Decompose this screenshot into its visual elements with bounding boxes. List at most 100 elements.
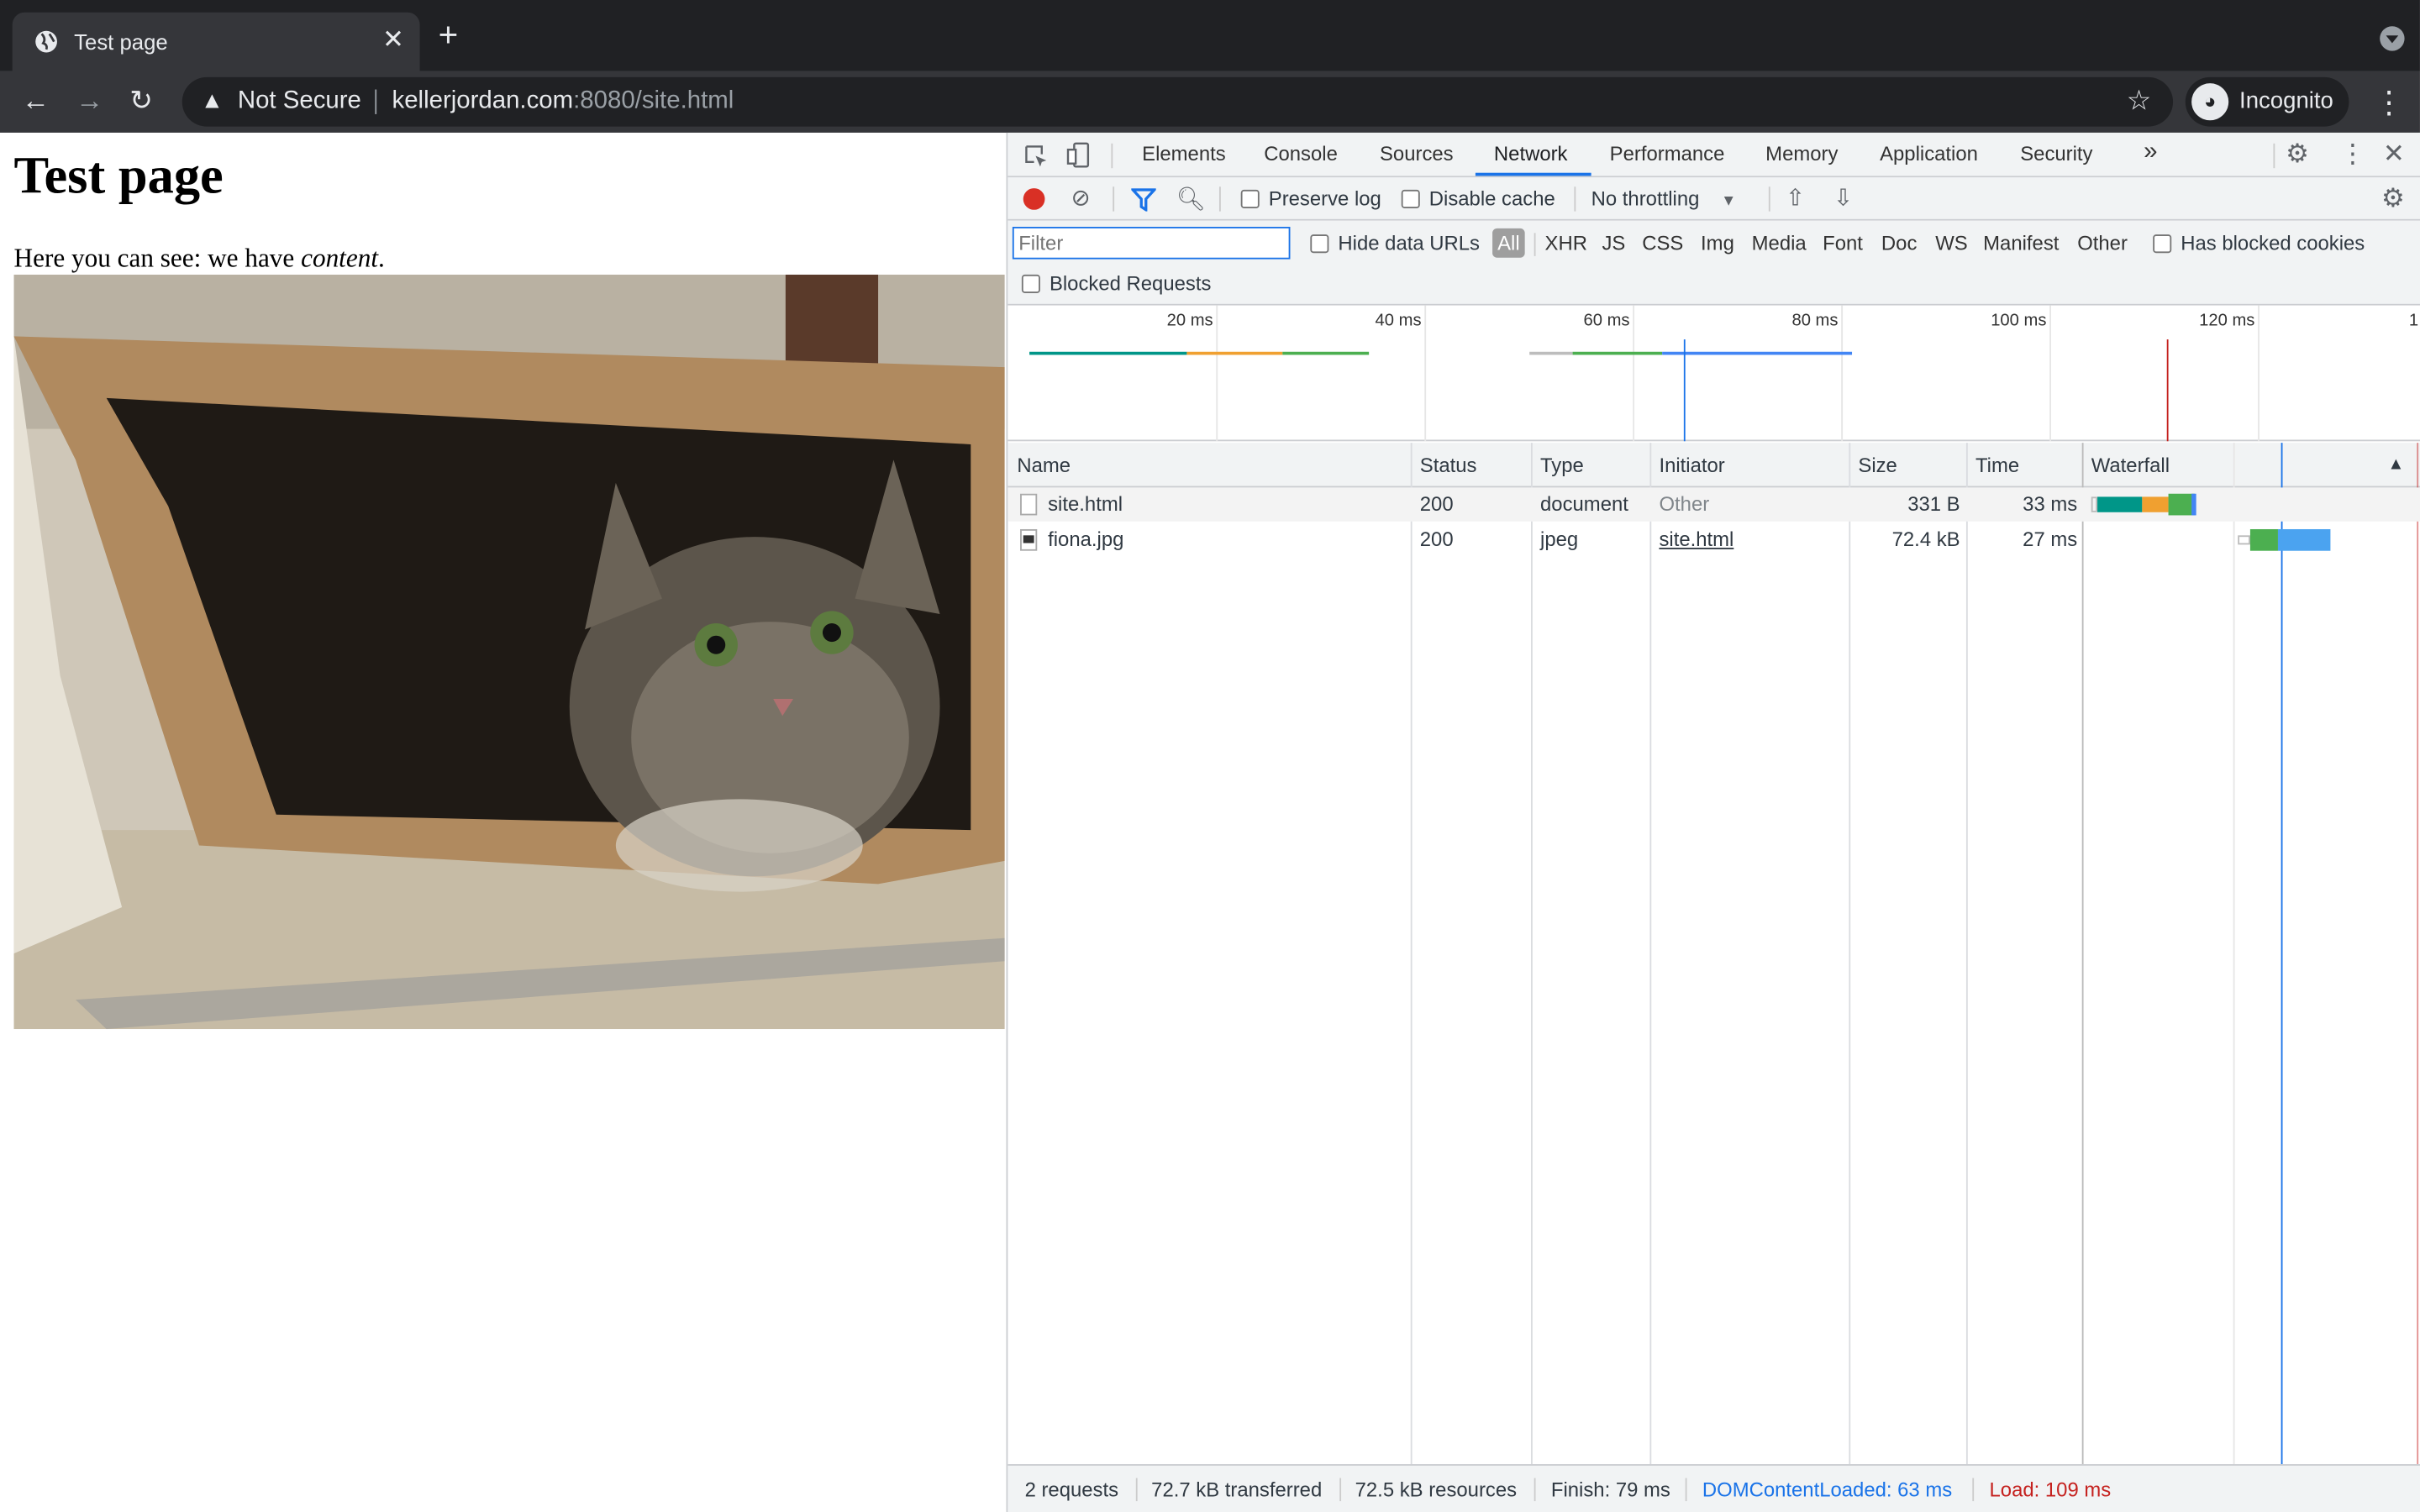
- sort-ascending-icon[interactable]: ▲: [2387, 455, 2404, 474]
- reload-icon[interactable]: ↻: [129, 85, 153, 116]
- col-status[interactable]: Status: [1420, 454, 1477, 477]
- has-blocked-cookies-box[interactable]: [2153, 234, 2172, 254]
- col-time[interactable]: Time: [1975, 454, 2019, 477]
- chevron-down-icon: ▼: [1721, 192, 1737, 210]
- row-initiator: Other: [1659, 491, 1710, 516]
- filter-font[interactable]: Font: [1823, 232, 1863, 255]
- more-tabs-icon[interactable]: »: [2144, 139, 2157, 166]
- col-type[interactable]: Type: [1540, 454, 1584, 477]
- row-time: 27 ms: [2023, 528, 2078, 551]
- waterfall-bar-ttfb: [2168, 493, 2195, 516]
- row-name[interactable]: fiona.jpg: [1048, 528, 1123, 551]
- summary-dcl: DOMContentLoaded: 63 ms: [1702, 1478, 1953, 1502]
- filter-input[interactable]: [1012, 226, 1291, 260]
- security-label[interactable]: Not Secure: [238, 88, 361, 116]
- tab-network[interactable]: Network: [1494, 142, 1568, 165]
- tab-security[interactable]: Security: [2020, 142, 2092, 165]
- tab-memory[interactable]: Memory: [1765, 142, 1838, 165]
- has-blocked-cookies-checkbox[interactable]: Has blocked cookies: [2153, 232, 2365, 255]
- preserve-log-checkbox[interactable]: Preserve log: [1240, 186, 1381, 210]
- waterfall-load-marker: [2417, 443, 2419, 1465]
- col-waterfall[interactable]: Waterfall: [2091, 454, 2170, 477]
- blocked-requests-box[interactable]: [1021, 274, 1040, 293]
- filter-icon[interactable]: [1131, 188, 1156, 212]
- incognito-button[interactable]: ◕ Incognito: [2185, 76, 2349, 127]
- filter-other[interactable]: Other: [2077, 232, 2128, 255]
- tab-performance[interactable]: Performance: [1610, 142, 1725, 165]
- devtools-menu-icon[interactable]: ⋮: [2339, 139, 2365, 170]
- hide-data-urls-box[interactable]: [1310, 234, 1329, 254]
- waterfall-gridline: [2233, 443, 2235, 1465]
- col-size[interactable]: Size: [1858, 454, 1897, 477]
- filter-js[interactable]: JS: [1602, 232, 1625, 255]
- address-bar[interactable]: ▲ Not Secure kellerjordan.com:8080/site.…: [182, 76, 2174, 127]
- tab-application[interactable]: Application: [1880, 142, 1978, 165]
- row-name[interactable]: site.html: [1048, 492, 1123, 516]
- export-har-icon[interactable]: ⇩: [1833, 184, 1853, 211]
- overview-dcl-marker: [1683, 339, 1686, 442]
- hide-data-urls-checkbox[interactable]: Hide data URLs: [1310, 232, 1480, 255]
- overview-tick-label: 20 ms: [1166, 312, 1213, 331]
- summary-divider: [1534, 1478, 1536, 1502]
- disable-cache-box[interactable]: [1401, 189, 1420, 208]
- col-name[interactable]: Name: [1017, 454, 1071, 477]
- filter-img[interactable]: Img: [1701, 232, 1734, 255]
- row-type: jpeg: [1540, 528, 1579, 551]
- filter-media[interactable]: Media: [1752, 232, 1807, 255]
- network-settings-icon[interactable]: ⚙: [2381, 184, 2405, 215]
- omnibox-divider: [375, 89, 377, 114]
- record-icon[interactable]: [1023, 188, 1045, 210]
- filter-doc[interactable]: Doc: [1881, 232, 1917, 255]
- col-initiator[interactable]: Initiator: [1659, 454, 1724, 477]
- bookmark-star-icon[interactable]: ☆: [2127, 85, 2152, 118]
- tab-search-icon[interactable]: [2380, 26, 2405, 51]
- browser-menu-icon[interactable]: ⋮: [2374, 83, 2405, 122]
- inspect-element-icon[interactable]: [1023, 144, 1048, 168]
- overview-bar-site-queue: [1186, 351, 1283, 355]
- table-row[interactable]: site.html 200 document Other 331 B 33 ms: [1007, 487, 2420, 522]
- filter-xhr[interactable]: XHR: [1545, 232, 1587, 255]
- forward-icon[interactable]: →: [76, 85, 103, 116]
- initiator-link[interactable]: site.html: [1659, 528, 1733, 551]
- incognito-label: Incognito: [2239, 87, 2333, 114]
- search-icon[interactable]: 🔍︎: [1176, 185, 1206, 213]
- filter-ws[interactable]: WS: [1935, 232, 1967, 255]
- device-toolbar-icon[interactable]: [1066, 142, 1091, 168]
- waterfall-bar-ttfb: [2249, 528, 2278, 551]
- waterfall-bar-waiting: [2097, 496, 2143, 512]
- toolbar-divider: [1113, 186, 1115, 212]
- tab-console[interactable]: Console: [1264, 142, 1338, 165]
- browser-tab[interactable]: Test page ✕: [12, 12, 420, 71]
- summary-requests: 2 requests: [1024, 1478, 1119, 1502]
- back-icon[interactable]: ←: [22, 85, 50, 116]
- clear-icon[interactable]: ⊘: [1071, 184, 1091, 211]
- column-divider: [2081, 443, 2084, 1465]
- summary-divider: [1135, 1478, 1138, 1502]
- timeline-overview[interactable]: 20 ms 40 ms 60 ms 80 ms 100 ms 120 ms 1: [1007, 305, 2420, 442]
- has-blocked-cookies-label: Has blocked cookies: [2181, 231, 2365, 255]
- preserve-log-box[interactable]: [1240, 189, 1260, 208]
- throttling-select[interactable]: No throttling ▼: [1591, 186, 1737, 210]
- overview-bar-img-stalled: [1529, 351, 1573, 355]
- filter-all[interactable]: All: [1492, 228, 1525, 258]
- settings-icon[interactable]: ⚙: [2286, 139, 2309, 170]
- new-tab-icon[interactable]: +: [439, 18, 459, 51]
- row-status: 200: [1419, 528, 1454, 551]
- column-divider: [1849, 443, 1851, 1465]
- paragraph-text: Here you can see: we have: [13, 244, 302, 274]
- tab-elements[interactable]: Elements: [1142, 142, 1226, 165]
- network-toolbar: ⊘ 🔍︎ Preserve log Disable cache No throt…: [1007, 177, 2420, 221]
- tab-strip: Test page ✕ +: [0, 0, 2420, 71]
- filter-css[interactable]: CSS: [1642, 232, 1683, 255]
- filter-manifest[interactable]: Manifest: [1983, 232, 2059, 255]
- close-tab-icon[interactable]: ✕: [382, 24, 404, 55]
- disable-cache-checkbox[interactable]: Disable cache: [1401, 186, 1555, 210]
- document-icon: [1020, 493, 1038, 516]
- import-har-icon[interactable]: ⇧: [1786, 184, 1805, 211]
- tab-sources[interactable]: Sources: [1380, 142, 1454, 165]
- row-size: 72.4 kB: [1891, 528, 1960, 551]
- table-row[interactable]: fiona.jpg 200 jpeg site.html 72.4 kB 27 …: [1007, 523, 2420, 557]
- close-devtools-icon[interactable]: ✕: [2383, 139, 2405, 170]
- blocked-requests-checkbox[interactable]: Blocked Requests: [1021, 271, 1211, 295]
- url-text[interactable]: kellerjordan.com:8080/site.html: [392, 88, 734, 116]
